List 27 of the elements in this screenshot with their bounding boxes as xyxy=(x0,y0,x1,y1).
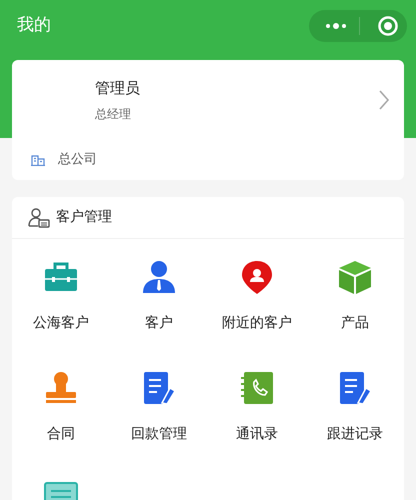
menu-label[interactable]: 产品 xyxy=(341,313,369,334)
menu-label[interactable]: 附近的客户 xyxy=(222,313,292,334)
document-pen-icon[interactable] xyxy=(337,370,373,406)
menu-label[interactable]: 公海客户 xyxy=(33,313,89,334)
stamp-icon[interactable] xyxy=(43,370,79,406)
user-role: 总经理 xyxy=(95,106,132,124)
menu-label[interactable]: 跟进记录 xyxy=(327,424,383,445)
menu-label[interactable]: 通讯录 xyxy=(236,424,278,445)
company-name: 总公司 xyxy=(58,151,97,170)
document-pen-icon[interactable] xyxy=(141,370,177,406)
capsule-menu[interactable] xyxy=(309,10,407,42)
more-icon[interactable] xyxy=(325,22,347,30)
chevron-right-icon xyxy=(378,89,390,111)
section-title: 客户管理 xyxy=(56,208,112,227)
person-icon[interactable] xyxy=(141,259,177,295)
menu-label[interactable]: 客户 xyxy=(145,313,173,334)
location-pin-icon[interactable] xyxy=(239,259,275,295)
customer-icon xyxy=(28,206,50,228)
page-title: 我的 xyxy=(17,14,51,38)
close-icon[interactable] xyxy=(377,15,399,37)
user-name: 管理员 xyxy=(95,78,141,99)
menu-label[interactable]: 合同 xyxy=(47,424,75,445)
profile-card[interactable]: 管理员 总经理 总公司 xyxy=(12,60,404,180)
cube-icon[interactable] xyxy=(337,259,373,295)
menu-label[interactable]: 回款管理 xyxy=(131,424,187,445)
building-icon xyxy=(31,154,45,166)
phonebook-icon[interactable] xyxy=(239,370,275,406)
